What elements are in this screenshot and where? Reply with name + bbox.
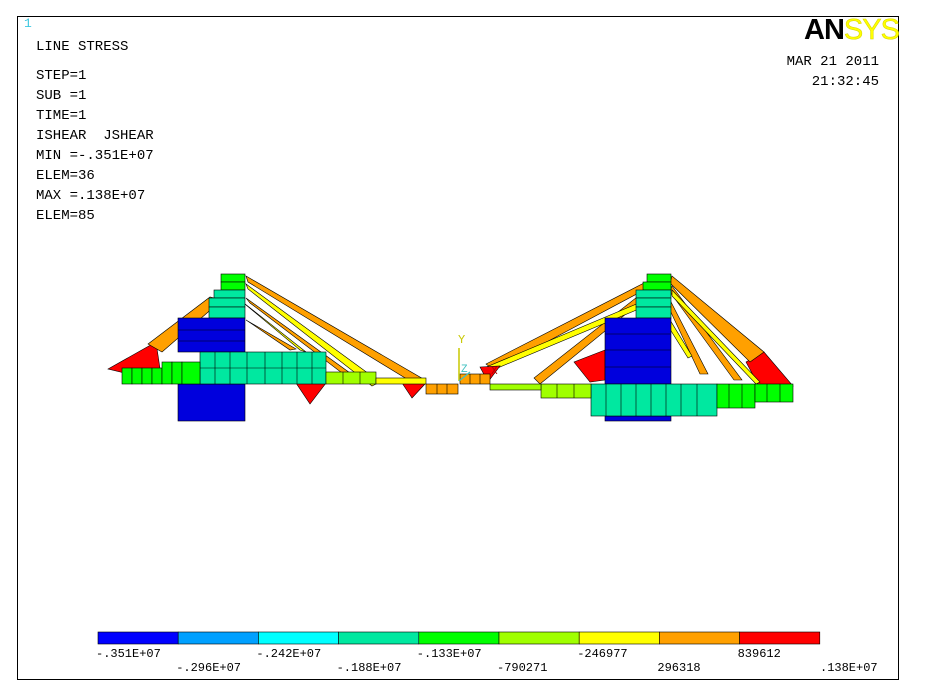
legend-label-bottom-4: .138E+07 (820, 661, 878, 675)
legend-swatch-0 (97, 631, 179, 645)
legend-swatch-6 (578, 631, 660, 645)
legend-swatch-5 (498, 631, 580, 645)
legend-swatch-8 (739, 631, 821, 645)
legend-label-bottom-3: 296318 (657, 661, 701, 675)
legend-label-top-0: -.351E+07 (96, 647, 161, 661)
legend-swatch-2 (258, 631, 339, 645)
contour-legend (97, 631, 821, 645)
legend-label-top-3: -246977 (577, 647, 628, 661)
legend-swatch-3 (338, 631, 420, 645)
legend-label-top-2: -.133E+07 (416, 647, 482, 661)
legend-label-bottom-2: -790271 (497, 661, 548, 675)
legend-label-top-4: 839612 (737, 647, 781, 661)
legend-swatch-4 (418, 631, 500, 645)
legend-label-bottom-0: -.296E+07 (176, 661, 241, 675)
legend-label-top-1: -.242E+07 (256, 647, 322, 661)
legend-label-bottom-1: -.188E+07 (336, 661, 402, 675)
legend-swatch-1 (177, 631, 259, 645)
legend-swatch-7 (659, 631, 740, 645)
